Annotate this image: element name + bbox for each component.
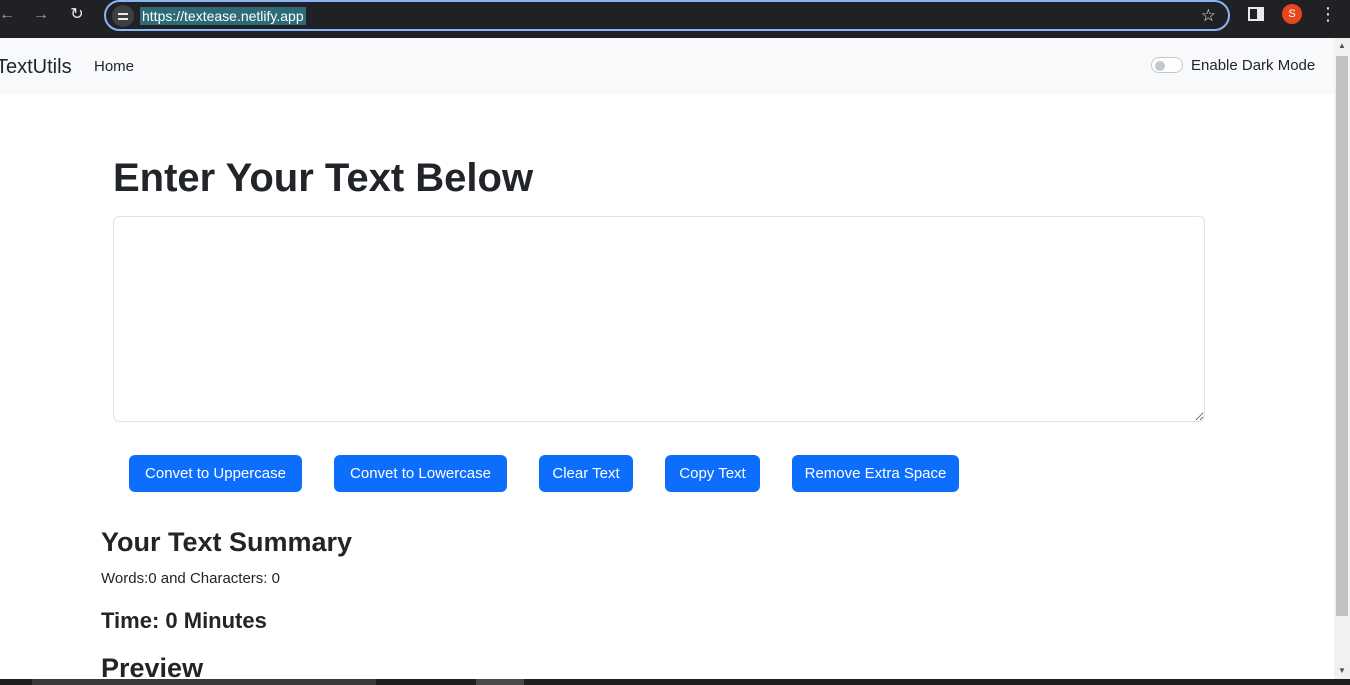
toggle-knob [1155,61,1165,71]
nav-link-home[interactable]: Home [94,58,134,76]
os-taskbar [0,679,1350,685]
navbar-brand[interactable]: TextUtils [0,55,72,79]
site-info-icon[interactable] [112,5,134,27]
address-bar[interactable]: https://textease.netlify.app ☆ [104,0,1230,31]
side-panel-icon[interactable] [1248,7,1264,21]
word-character-count: Words:0 and Characters: 0 [101,570,280,587]
clear-text-button[interactable]: Clear Text [539,455,633,492]
profile-avatar[interactable]: S [1282,4,1302,24]
summary-heading: Your Text Summary [101,527,353,557]
taskbar-item[interactable] [32,679,376,685]
page-title: Enter Your Text Below [113,156,534,200]
vertical-scrollbar[interactable]: ▲ ▼ [1334,38,1350,679]
arrow-left-icon[interactable]: ← [0,4,20,26]
dark-mode-toggle[interactable] [1151,57,1183,73]
preview-heading: Preview [101,653,204,679]
scroll-up-icon[interactable]: ▲ [1334,38,1350,54]
star-icon[interactable]: ☆ [1201,6,1216,26]
scroll-thumb[interactable] [1336,56,1348,616]
taskbar-item[interactable] [476,679,524,685]
scroll-down-icon[interactable]: ▼ [1334,663,1350,679]
remove-extra-space-button[interactable]: Remove Extra Space [792,455,959,492]
reload-icon[interactable]: ↻ [64,4,90,26]
uppercase-button[interactable]: Convet to Uppercase [129,455,302,492]
page-viewport: TextUtils Home Enable Dark Mode Enter Yo… [0,38,1334,679]
text-input[interactable] [113,216,1205,422]
lowercase-button[interactable]: Convet to Lowercase [334,455,507,492]
copy-text-button[interactable]: Copy Text [665,455,760,492]
arrow-right-icon[interactable]: → [28,4,54,26]
browser-toolbar: ← → ↻ https://textease.netlify.app ☆ S ⋮ [0,0,1350,38]
kebab-menu-icon[interactable]: ⋮ [1318,3,1338,25]
reading-time: Time: 0 Minutes [101,608,267,633]
navbar: TextUtils Home Enable Dark Mode [0,38,1334,94]
dark-mode-label[interactable]: Enable Dark Mode [1191,57,1315,75]
url-text[interactable]: https://textease.netlify.app [140,7,306,25]
